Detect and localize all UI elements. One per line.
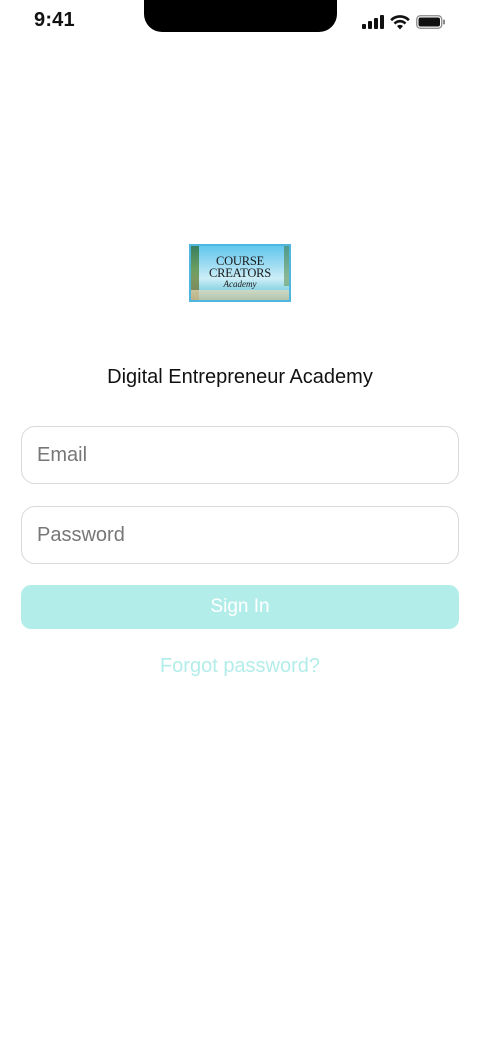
forgot-password-link[interactable]: Forgot password? — [0, 655, 480, 678]
logo-text-line: Academy — [223, 279, 257, 289]
course-creators-logo: COURSE CREATORS Academy — [189, 244, 291, 302]
battery-icon — [416, 15, 446, 29]
cellular-signal-icon — [362, 15, 384, 29]
logo-text-line: CREATORS — [208, 266, 272, 280]
sign-in-button[interactable]: Sign In — [21, 585, 459, 629]
password-field-container — [21, 506, 459, 564]
logo-text: COURSE CREATORS Academy — [191, 255, 289, 290]
email-field[interactable] — [22, 427, 458, 483]
status-bar: 9:41 — [0, 0, 480, 44]
app-title: Digital Entrepreneur Academy — [107, 366, 373, 388]
device-notch — [144, 0, 337, 32]
email-field-container — [21, 426, 459, 484]
wifi-icon — [390, 14, 410, 30]
password-field[interactable] — [22, 507, 458, 563]
logo-beach-decoration — [191, 290, 289, 300]
status-icons — [362, 12, 446, 32]
status-time: 9:41 — [34, 9, 75, 31]
